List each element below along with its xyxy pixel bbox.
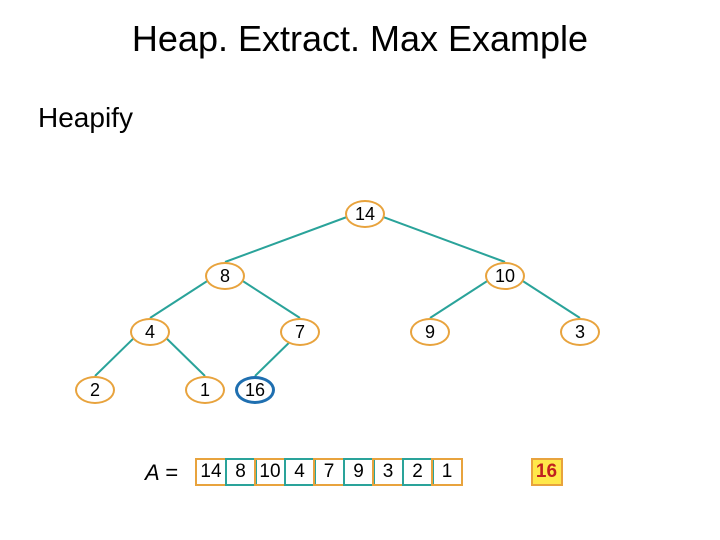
tree-node: 1 [185,376,225,404]
tree-node: 3 [560,318,600,346]
array-cell: 14 [195,458,227,486]
array-cell: 9 [343,458,375,486]
heap-array: 14 8 10 4 7 9 3 2 1 16 [195,458,560,486]
array-cell-extracted: 16 [531,458,563,486]
tree-node: 10 [485,262,525,290]
array-cell: 7 [313,458,345,486]
tree-node: 2 [75,376,115,404]
tree-node-highlight: 16 [235,376,275,404]
page-title: Heap. Extract. Max Example [0,18,720,60]
array-cell: 8 [225,458,257,486]
tree-node: 9 [410,318,450,346]
array-label: A = [145,460,178,486]
array-cell: 3 [372,458,404,486]
tree-node: 8 [205,262,245,290]
tree-node-root: 14 [345,200,385,228]
array-cell: 2 [402,458,434,486]
tree-node: 4 [130,318,170,346]
array-cell: 1 [431,458,463,486]
subtitle: Heapify [38,102,133,134]
array-cell: 10 [254,458,286,486]
array-gap [461,458,531,486]
array-cell: 4 [284,458,316,486]
heap-tree: 14 8 10 4 7 9 3 2 1 16 [0,170,720,430]
tree-node: 7 [280,318,320,346]
